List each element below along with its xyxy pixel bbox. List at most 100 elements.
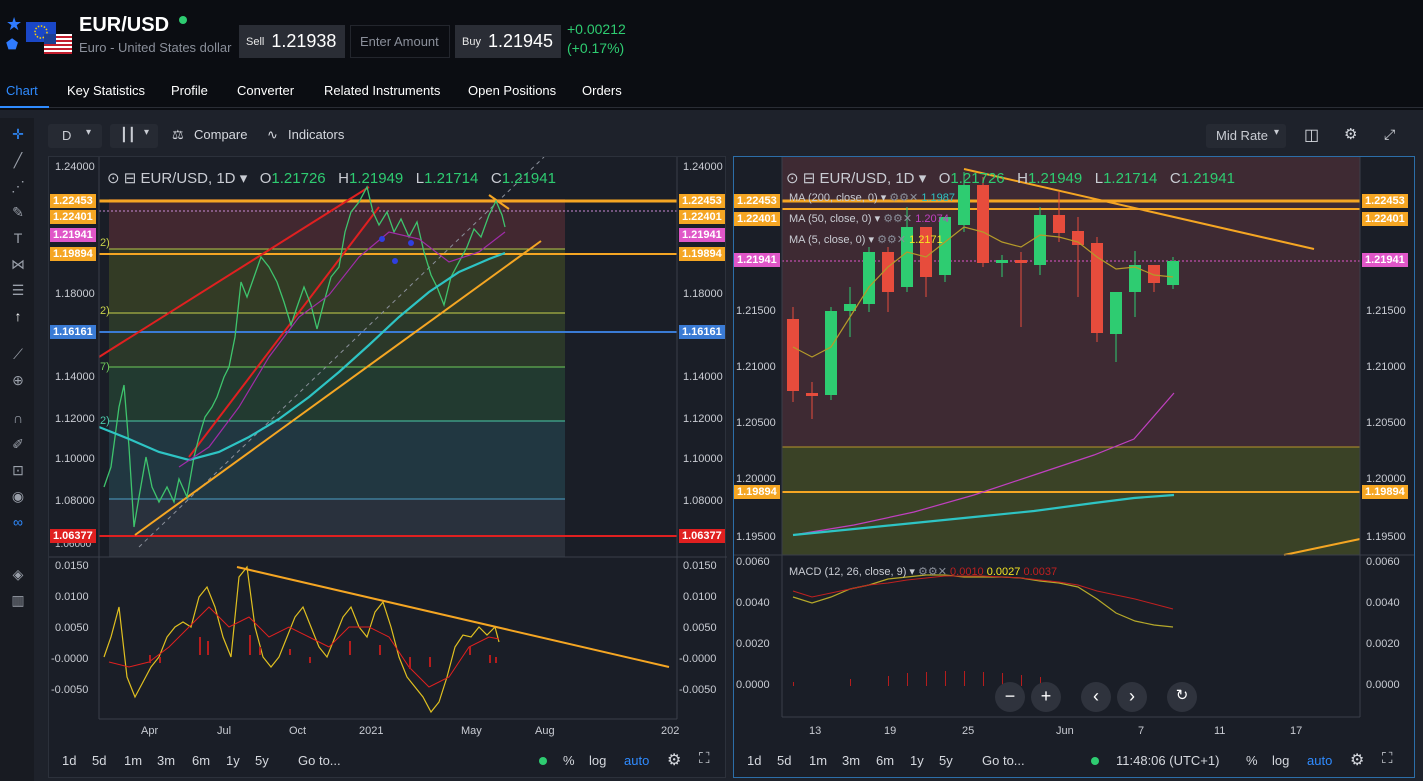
ruler-icon[interactable]: ⟋	[9, 346, 27, 363]
tab-orders[interactable]: Orders	[582, 83, 622, 98]
sell-button[interactable]: Sell 1.21938	[239, 25, 345, 58]
macd-tick: -0.0050	[51, 684, 89, 696]
text-tool-icon[interactable]: T	[9, 230, 27, 246]
lock-icon[interactable]: ⊡	[9, 462, 27, 479]
range-1d[interactable]: 1d	[62, 753, 76, 768]
multi-line-icon[interactable]: ⋰	[9, 178, 27, 195]
indicators-button[interactable]: Indicators	[288, 127, 344, 142]
compare-button[interactable]: Compare	[194, 127, 247, 142]
arrow-up-icon[interactable]: ↑	[9, 308, 27, 324]
ma-controls-icon[interactable]: ⚙⚙✕	[889, 192, 918, 204]
pattern-icon[interactable]: ⋈	[9, 256, 27, 273]
percent-toggle[interactable]: %	[1246, 753, 1258, 768]
reset-chart-button[interactable]: ↻	[1167, 682, 1197, 712]
compare-icon[interactable]: ⚖	[172, 127, 184, 143]
left-chart-panel[interactable]: ⊙ ⊟ EUR/USD, 1D ▾ O1.21726 H1.21949 L1.2…	[48, 156, 727, 779]
trash-icon[interactable]: ▥	[9, 592, 27, 609]
legend-eye-icon[interactable]: ⊙	[786, 170, 799, 187]
active-tab-underline	[0, 106, 49, 108]
macd-controls-icon[interactable]: ⚙⚙✕	[918, 566, 947, 578]
fullscreen-icon[interactable]: ⤢	[1384, 126, 1395, 143]
scroll-left-button[interactable]: ‹	[1081, 682, 1111, 712]
log-toggle[interactable]: log	[1272, 753, 1289, 768]
percent-toggle[interactable]: %	[563, 753, 575, 768]
layers-icon[interactable]: ◈	[9, 566, 27, 583]
auto-toggle[interactable]: auto	[1307, 753, 1332, 768]
ma-controls-icon[interactable]: ⚙⚙✕	[883, 213, 912, 225]
zoom-icon[interactable]: ⊕	[9, 372, 27, 389]
legend-symbol[interactable]: EUR/USD, 1D	[141, 170, 236, 187]
tab-chart[interactable]: Chart	[6, 83, 38, 98]
log-toggle[interactable]: log	[589, 753, 606, 768]
right-chart-panel[interactable]: ⊙ ⊟ EUR/USD, 1D ▾ O1.21726 H1.21949 L1.2…	[733, 156, 1415, 778]
legend-collapse-icon[interactable]: ⊟	[124, 170, 137, 187]
goto-button[interactable]: Go to...	[982, 753, 1025, 768]
range-5d[interactable]: 5d	[777, 753, 791, 768]
candlestick-icon: ┃┃	[120, 127, 136, 142]
chart-type-select[interactable]: ┃┃ ▾	[110, 124, 158, 148]
settings-gear-icon[interactable]: ⚙	[667, 750, 681, 770]
range-1d[interactable]: 1d	[747, 753, 761, 768]
right-chart-canvas[interactable]	[734, 157, 1414, 777]
eye-icon[interactable]: ◉	[9, 488, 27, 505]
legend-collapse-icon[interactable]: ⊟	[803, 170, 816, 187]
x-tick: 19	[884, 725, 897, 737]
amount-input[interactable]: Enter Amount	[350, 25, 450, 58]
settings-gear-icon[interactable]: ⚙	[1344, 125, 1357, 143]
indicators-icon[interactable]: ∿	[267, 127, 278, 143]
pin-icon[interactable]: ⬟	[6, 36, 18, 53]
buy-button[interactable]: Buy 1.21945	[455, 25, 561, 58]
pencil-lock-icon[interactable]: ✐	[9, 436, 27, 453]
crosshair-icon[interactable]: ✛	[9, 126, 27, 143]
y-tick: 1.20500	[1366, 417, 1406, 429]
range-3m[interactable]: 3m	[157, 753, 175, 768]
range-6m[interactable]: 6m	[876, 753, 894, 768]
legend-l-label: L	[415, 170, 425, 187]
fib-label: 2)	[100, 305, 110, 317]
link-icon[interactable]: ∞	[9, 514, 27, 530]
layout-icon[interactable]: ◫	[1304, 125, 1319, 145]
interval-select[interactable]: D ▾	[48, 124, 102, 148]
magnet-icon[interactable]: ∩	[9, 410, 27, 426]
range-3m[interactable]: 3m	[842, 753, 860, 768]
goto-button[interactable]: Go to...	[298, 753, 341, 768]
tab-open-positions[interactable]: Open Positions	[468, 83, 556, 98]
settings-gear-icon[interactable]: ⚙	[1350, 750, 1364, 770]
range-1m[interactable]: 1m	[809, 753, 827, 768]
price-type-select[interactable]: Mid Rate ▾	[1206, 124, 1286, 148]
macd-legend[interactable]: MACD (12, 26, close, 9) ▾ ⚙⚙✕ 0.0010 0.0…	[789, 565, 1057, 578]
range-6m[interactable]: 6m	[192, 753, 210, 768]
scroll-right-button[interactable]: ›	[1117, 682, 1147, 712]
range-1y[interactable]: 1y	[226, 753, 240, 768]
brush-icon[interactable]: ✎	[9, 204, 27, 221]
live-indicator	[539, 757, 547, 765]
auto-toggle[interactable]: auto	[624, 753, 649, 768]
fib-icon[interactable]: ☰	[9, 282, 27, 299]
tab-converter[interactable]: Converter	[237, 83, 294, 98]
range-5y[interactable]: 5y	[255, 753, 269, 768]
range-5y[interactable]: 5y	[939, 753, 953, 768]
range-1y[interactable]: 1y	[910, 753, 924, 768]
fullscreen-icon[interactable]: ⛶	[1382, 750, 1393, 767]
range-1m[interactable]: 1m	[124, 753, 142, 768]
ma-controls-icon[interactable]: ⚙⚙✕	[877, 234, 906, 246]
left-chart-canvas[interactable]	[49, 157, 727, 779]
range-5d[interactable]: 5d	[92, 753, 106, 768]
zoom-in-button[interactable]: +	[1031, 682, 1061, 712]
tab-related-instruments[interactable]: Related Instruments	[324, 83, 440, 98]
ma50-legend[interactable]: MA (50, close, 0) ▾ ⚙⚙✕ 1.2074	[789, 212, 949, 225]
legend-eye-icon[interactable]: ⊙	[107, 170, 120, 187]
fullscreen-icon[interactable]: ⛶	[699, 750, 710, 767]
legend-symbol[interactable]: EUR/USD, 1D	[820, 170, 915, 187]
favorite-star-icon[interactable]: ★	[6, 14, 22, 35]
ma5-legend[interactable]: MA (5, close, 0) ▾ ⚙⚙✕ 1.2171	[789, 233, 943, 246]
tab-key-statistics[interactable]: Key Statistics	[67, 83, 145, 98]
zoom-out-button[interactable]: −	[995, 682, 1025, 712]
x-tick: 2021	[359, 725, 384, 737]
macd-tick: 0.0150	[55, 560, 89, 572]
ma200-legend[interactable]: MA (200, close, 0) ▾ ⚙⚙✕ 1.1987	[789, 191, 955, 204]
tab-profile[interactable]: Profile	[171, 83, 208, 98]
x-tick: 11	[1214, 725, 1226, 737]
trend-line-icon[interactable]: ╱	[9, 152, 27, 169]
macd-tick: 0.0040	[736, 597, 770, 609]
